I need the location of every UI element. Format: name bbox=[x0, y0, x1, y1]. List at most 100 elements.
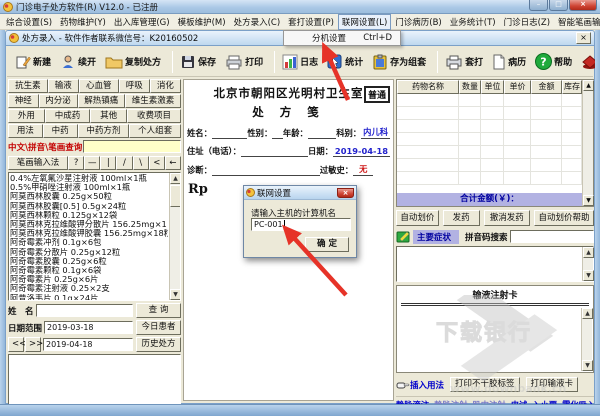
category-button-内分泌[interactable]: 内分泌 bbox=[39, 94, 78, 108]
column-header-单位[interactable]: 单位 bbox=[481, 80, 504, 94]
column-header-药物名称[interactable]: 药物名称 bbox=[397, 80, 459, 94]
scroll-down-icon[interactable]: ▼ bbox=[582, 360, 593, 371]
ok-button[interactable]: 确 定 bbox=[305, 237, 349, 252]
toolbar-button-help[interactable]: ?帮助 bbox=[535, 53, 572, 70]
toolbar-button-new[interactable]: 新建 bbox=[15, 54, 51, 70]
table-row[interactable] bbox=[397, 172, 593, 185]
allergy-value[interactable]: 无 bbox=[353, 163, 373, 176]
column-header-单价[interactable]: 单价 bbox=[504, 80, 531, 94]
medicine-list-item[interactable]: 0.5%甲硝唑注射液 100ml×1瓶 bbox=[10, 183, 168, 192]
scroll-down-icon[interactable]: ▼ bbox=[170, 289, 181, 300]
medicine-list-item[interactable]: 阿奇霉素注射液 0.25×2支 bbox=[10, 284, 168, 293]
pinyin-search-input[interactable] bbox=[510, 230, 594, 243]
query-button[interactable]: 查 询 bbox=[136, 303, 181, 318]
menu-item-2[interactable]: 出入库管理(G) bbox=[110, 14, 174, 30]
dialog-close-button[interactable]: × bbox=[337, 188, 354, 198]
category-button-外用[interactable]: 外用 bbox=[8, 109, 45, 123]
category-button-中药方剂[interactable]: 中药方剂 bbox=[78, 124, 130, 138]
dept-value[interactable]: 内儿科 bbox=[361, 126, 390, 139]
drug-table-scrollbar[interactable]: ▲ ▼ bbox=[582, 80, 593, 206]
category-button-呼吸[interactable]: 呼吸 bbox=[119, 79, 150, 93]
menu-item-5[interactable]: 套打设置(P) bbox=[284, 14, 338, 30]
next-button[interactable]: >> bbox=[25, 337, 41, 352]
close-button[interactable]: × bbox=[569, 0, 597, 11]
category-button-中药[interactable]: 中药 bbox=[43, 124, 78, 138]
symptom-textarea[interactable]: ▲ ▼ bbox=[396, 246, 594, 282]
toolbar-button-stats[interactable]: 统计 bbox=[327, 54, 363, 70]
print-infusion-card-button[interactable]: 打印输液卡 bbox=[526, 377, 579, 392]
scroll-up-icon[interactable]: ▲ bbox=[583, 247, 594, 258]
stroke-key-3[interactable]: / bbox=[116, 156, 132, 170]
scroll-down-icon[interactable]: ▼ bbox=[583, 270, 594, 281]
medicine-list-scrollbar[interactable]: ▲ ▼ bbox=[169, 173, 180, 300]
stroke-key-2[interactable]: | bbox=[100, 156, 116, 170]
stroke-key-4[interactable]: \ bbox=[133, 156, 149, 170]
patient-name-input[interactable] bbox=[36, 304, 133, 317]
toolbar-button-record[interactable]: 病历 bbox=[492, 54, 526, 70]
table-row[interactable] bbox=[397, 159, 593, 172]
history-rx-button[interactable]: 历史处方 bbox=[136, 337, 181, 352]
medicine-list-item[interactable]: 阿莫西林克拉维酸钾分散片 156.25mg×1 bbox=[10, 220, 168, 229]
date-to-input[interactable]: 2019-04-18 bbox=[43, 338, 133, 351]
table-row[interactable] bbox=[397, 120, 593, 133]
category-button-用法[interactable]: 用法 bbox=[8, 124, 43, 138]
table-row[interactable] bbox=[397, 94, 593, 107]
action-button-1[interactable]: 发药 bbox=[443, 210, 480, 226]
menu-item-7[interactable]: 门诊病历(B) bbox=[391, 14, 445, 30]
medicine-list-item[interactable]: 阿奇霉素分散片 0.25g×12粒 bbox=[10, 248, 168, 257]
maximize-button[interactable]: □ bbox=[549, 0, 568, 11]
category-button-消化[interactable]: 消化 bbox=[150, 79, 181, 93]
medicine-list-item[interactable]: 阿莫西林胶囊 0.25g×50粒 bbox=[10, 192, 168, 201]
stroke-key-6[interactable]: ← bbox=[165, 156, 181, 170]
insert-usage-link[interactable]: 插入用法 bbox=[396, 379, 444, 391]
scroll-thumb[interactable] bbox=[170, 185, 181, 207]
date-value[interactable]: 2019-04-18 bbox=[333, 146, 390, 157]
menu-item-10[interactable]: 智能笔画输入法(S) bbox=[554, 14, 600, 30]
table-row[interactable] bbox=[397, 107, 593, 120]
medicine-list-item[interactable]: 阿莫西林颗粒 0.125g×12袋 bbox=[10, 211, 168, 220]
medicine-list-item[interactable]: 阿奇霉素片 0.25g×6片 bbox=[10, 275, 168, 284]
category-button-抗生素[interactable]: 抗生素 bbox=[8, 79, 48, 93]
medicine-list-item[interactable]: 阿莫西林胶囊[0.5] 0.5g×24粒 bbox=[10, 202, 168, 211]
medicine-list-item[interactable]: 阿奇霉素冲剂 0.1g×6包 bbox=[10, 238, 168, 247]
medicine-list-item[interactable]: 阿昔洛韦片 0.1g×24片 bbox=[10, 294, 168, 301]
toolbar-button-reopen[interactable]: 续开 bbox=[60, 54, 96, 70]
toolbar-button-copy-rx[interactable]: 复制处方 bbox=[105, 54, 161, 70]
category-button-解热镇痛[interactable]: 解热镇痛 bbox=[78, 94, 126, 108]
action-button-3[interactable]: 自动划价帮助 bbox=[534, 210, 594, 226]
infusion-scrollbar[interactable]: ▲ ▼ bbox=[581, 308, 592, 371]
date-from-input[interactable]: 2019-03-18 bbox=[44, 321, 133, 334]
menu-item-0[interactable]: 综合设置(S) bbox=[2, 14, 56, 30]
category-button-收费项目[interactable]: 收费项目 bbox=[127, 109, 181, 123]
scroll-up-icon[interactable]: ▲ bbox=[170, 173, 181, 184]
menu-item-4[interactable]: 处方录入(C) bbox=[230, 14, 285, 30]
medicine-list-item[interactable]: 0.4%左氧氟沙星注射液 100ml×1瓶 bbox=[10, 174, 168, 183]
symptom-scrollbar[interactable]: ▲ ▼ bbox=[582, 247, 593, 281]
toolbar-button-save[interactable]: 保存 bbox=[180, 54, 216, 70]
stroke-input-method-button[interactable]: 笔画输入法 bbox=[8, 156, 68, 170]
category-button-个人组套[interactable]: 个人组套 bbox=[129, 124, 181, 138]
menu-item-8[interactable]: 业务统计(T) bbox=[446, 14, 500, 30]
category-button-输液[interactable]: 输液 bbox=[48, 79, 79, 93]
category-button-神经[interactable]: 神经 bbox=[8, 94, 39, 108]
toolbar-button-template-print[interactable]: 套打 bbox=[445, 54, 483, 70]
infusion-card-area[interactable]: ▲ ▼ bbox=[398, 308, 592, 371]
prev-button[interactable]: << bbox=[8, 337, 24, 352]
medicine-list-item[interactable]: 阿莫西林克拉维酸钾胶囊 156.25mg×18粒 bbox=[10, 229, 168, 238]
toolbar-button-save-group[interactable]: 存为组套 bbox=[372, 54, 426, 70]
category-button-中成药[interactable]: 中成药 bbox=[45, 109, 90, 123]
table-row[interactable] bbox=[397, 133, 593, 146]
menu-item-9[interactable]: 门诊日志(Z) bbox=[500, 14, 554, 30]
medicine-list-item[interactable]: 阿奇霉素胶囊 0.25g×6粒 bbox=[10, 257, 168, 266]
rx-type-badge[interactable]: 普通 bbox=[364, 86, 390, 103]
column-header-金额[interactable]: 金额 bbox=[531, 80, 562, 94]
menu-item-1[interactable]: 药物维护(Y) bbox=[56, 14, 110, 30]
scroll-up-icon[interactable]: ▲ bbox=[582, 308, 593, 319]
category-button-维生素激素[interactable]: 维生素激素 bbox=[125, 94, 181, 108]
stroke-key-5[interactable]: < bbox=[149, 156, 165, 170]
patient-history-list[interactable] bbox=[8, 354, 181, 407]
host-name-input[interactable]: PC-001 bbox=[251, 218, 351, 231]
menu-item-6[interactable]: 联网设置(L) bbox=[338, 14, 391, 30]
action-button-0[interactable]: 自动划价 bbox=[396, 210, 439, 226]
medicine-search-input[interactable] bbox=[83, 140, 181, 153]
